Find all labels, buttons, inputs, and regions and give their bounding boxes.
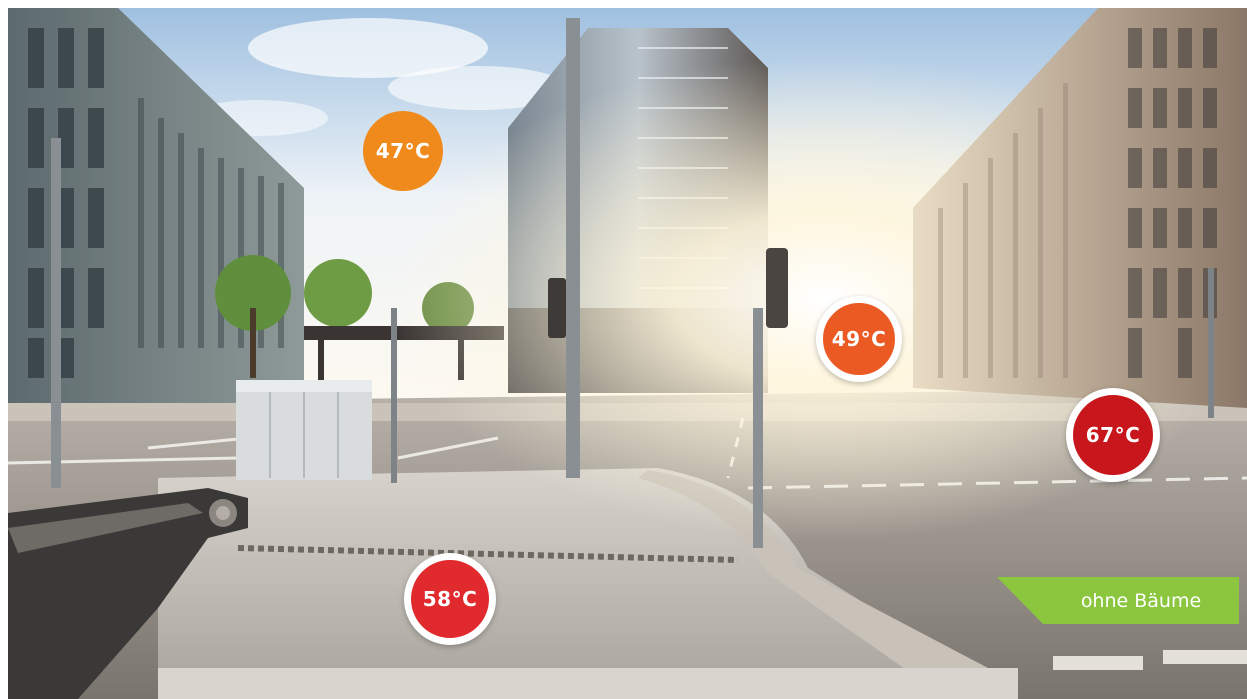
- temperature-marker-building: 49°C: [816, 296, 902, 382]
- temperature-value: 47°C: [375, 139, 431, 163]
- temperature-value: 67°C: [1085, 423, 1141, 447]
- label-text: ohne Bäume: [1080, 589, 1202, 612]
- temperature-marker-sidewalk: 58°C: [404, 553, 496, 645]
- label-ribbon: ohne Bäume: [997, 577, 1239, 624]
- temperature-value: 58°C: [422, 587, 478, 611]
- temperature-value: 49°C: [831, 327, 887, 351]
- temperature-marker-road: 67°C: [1066, 388, 1160, 482]
- temperature-marker-sky: 47°C: [363, 111, 443, 191]
